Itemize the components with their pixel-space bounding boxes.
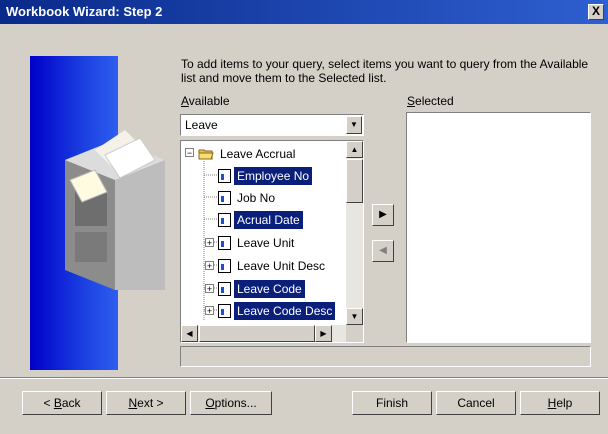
- selected-label-rest: elected: [415, 94, 454, 108]
- tree-item-label: Job No: [237, 190, 276, 205]
- item-icon: [218, 258, 231, 273]
- tree-item-label: Leave Code: [233, 278, 306, 299]
- next-button[interactable]: Next >: [106, 391, 186, 415]
- scrollbar-corner: [346, 325, 363, 342]
- arrow-left-icon: ◀: [379, 245, 387, 256]
- tree-expand-toggle[interactable]: +: [205, 261, 214, 271]
- available-label: Available: [181, 94, 230, 108]
- tree-item-leave-unit-desc[interactable]: Leave Unit Desc: [218, 255, 328, 275]
- tree-expand-toggle[interactable]: +: [205, 238, 214, 248]
- vertical-scroll-thumb[interactable]: [346, 159, 363, 203]
- file-cabinet-illustration: [65, 130, 165, 290]
- title-bar: Workbook Wizard: Step 2 X: [0, 0, 608, 24]
- scroll-left-button[interactable]: ◀: [181, 325, 198, 342]
- item-icon: [218, 212, 231, 227]
- tree-horizontal-scrollbar[interactable]: ◀ ▶: [181, 325, 346, 342]
- cancel-button[interactable]: Cancel: [436, 391, 516, 415]
- back-button[interactable]: < Back: [22, 391, 102, 415]
- tree-item-leave-code-desc[interactable]: Leave Code Desc: [218, 300, 337, 321]
- tree-folder-row[interactable]: Leave Accrual: [198, 143, 298, 163]
- tree-expand-toggle[interactable]: +: [205, 306, 214, 316]
- item-icon: [218, 235, 231, 250]
- description-field: [180, 346, 591, 367]
- combo-dropdown-button[interactable]: ▼: [346, 116, 362, 134]
- item-icon: [218, 303, 231, 318]
- scroll-right-button[interactable]: ▶: [315, 325, 332, 342]
- window-title: Workbook Wizard: Step 2: [6, 4, 163, 19]
- arrow-left-icon: ◀: [186, 329, 193, 338]
- add-to-selected-button[interactable]: ▶: [372, 204, 394, 226]
- help-button[interactable]: Help: [520, 391, 600, 415]
- available-label-rest: vailable: [188, 94, 230, 108]
- instructions-text: To add items to your query, select items…: [181, 57, 589, 85]
- item-icon: [218, 281, 231, 296]
- tree-item-job-no[interactable]: Job No: [218, 187, 278, 207]
- close-button[interactable]: X: [588, 4, 604, 20]
- tree-vertical-scrollbar[interactable]: ▲ ▼: [346, 141, 363, 325]
- selected-label-hotkey: S: [407, 94, 416, 108]
- tree-item-label: Employee No: [232, 165, 314, 186]
- tree-item-employee-no[interactable]: Employee No: [218, 165, 314, 186]
- tree-collapse-toggle[interactable]: −: [185, 148, 194, 158]
- button-separator: [0, 377, 608, 379]
- tree-item-leave-unit[interactable]: Leave Unit: [218, 232, 297, 252]
- tree-item-label: Leave Code Desc: [232, 300, 337, 321]
- remove-from-selected-button[interactable]: ◀: [372, 240, 394, 262]
- tree-item-label: Leave Unit: [237, 235, 295, 250]
- scroll-up-button[interactable]: ▲: [346, 141, 363, 158]
- selected-label: Selected: [407, 94, 454, 108]
- close-icon: X: [591, 4, 600, 18]
- business-area-combo[interactable]: Leave ▼: [180, 114, 364, 136]
- chevron-down-icon: ▼: [350, 120, 358, 129]
- selected-list[interactable]: [406, 112, 591, 343]
- tree-item-leave-code[interactable]: Leave Code: [218, 278, 306, 299]
- available-tree[interactable]: − Leave Accrual Employee No Job No Acrua…: [180, 140, 364, 343]
- item-icon: [218, 190, 231, 205]
- arrow-up-icon: ▲: [350, 145, 359, 154]
- finish-button[interactable]: Finish: [352, 391, 432, 415]
- tree-item-label: Leave Unit Desc: [237, 258, 326, 273]
- tree-item-acrual-date[interactable]: Acrual Date: [218, 209, 304, 230]
- horizontal-scroll-thumb[interactable]: [199, 325, 315, 342]
- tree-item-label: Acrual Date: [233, 209, 304, 230]
- arrow-right-icon: ▶: [379, 209, 387, 220]
- item-icon: [218, 168, 231, 183]
- folder-open-icon: [198, 149, 214, 160]
- arrow-down-icon: ▼: [350, 312, 359, 321]
- combo-value: Leave: [185, 118, 218, 132]
- options-button[interactable]: Options...: [190, 391, 272, 415]
- tree-expand-toggle[interactable]: +: [205, 284, 214, 294]
- available-label-hotkey: A: [181, 94, 189, 108]
- scroll-down-button[interactable]: ▼: [346, 308, 363, 325]
- tree-item-label: Leave Accrual: [220, 146, 296, 161]
- arrow-right-icon: ▶: [320, 329, 327, 338]
